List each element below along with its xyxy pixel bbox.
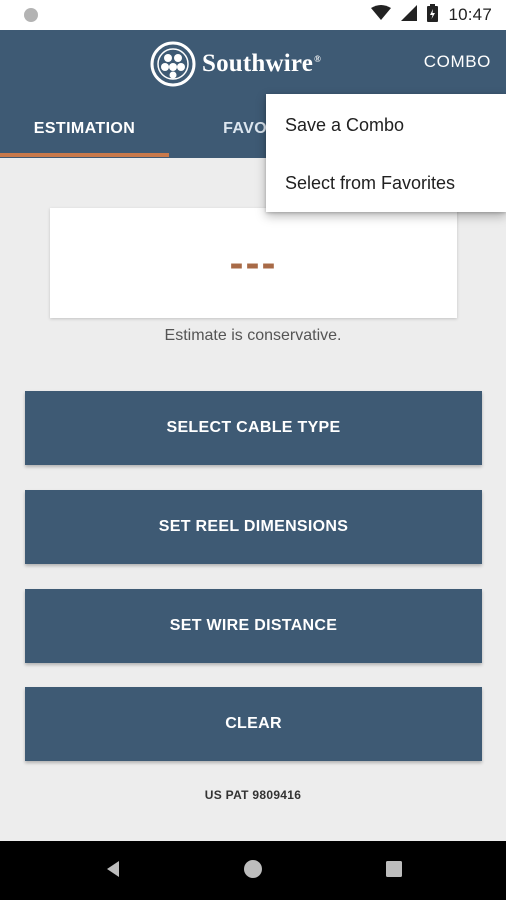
patent-text: US PAT 9809416	[204, 788, 302, 802]
nav-bar	[0, 841, 506, 900]
signal-icon	[401, 4, 418, 26]
combo-menu-button[interactable]: COMBO	[424, 52, 491, 72]
estimate-note: Estimate is conservative.	[164, 327, 342, 344]
tab-indicator	[0, 153, 169, 157]
clear-button[interactable]: CLEAR	[25, 687, 482, 761]
status-bar: 10:47	[0, 0, 506, 30]
logo-text: Southwire®	[202, 50, 322, 77]
overflow-menu: Save a Combo Select from Favorites	[266, 94, 506, 212]
app-bar: Southwire® COMBO	[0, 30, 506, 100]
set-reel-dimensions-button[interactable]: SET REEL DIMENSIONS	[25, 490, 482, 564]
recents-icon[interactable]	[384, 859, 404, 884]
southwire-logo-icon	[150, 41, 196, 87]
set-wire-distance-button[interactable]: SET WIRE DISTANCE	[25, 589, 482, 663]
status-time: 10:47	[448, 5, 492, 24]
menu-item-save-combo[interactable]: Save a Combo	[266, 96, 506, 154]
tab-estimation[interactable]: ESTIMATION	[0, 100, 169, 158]
home-icon[interactable]	[243, 859, 263, 884]
wifi-icon	[371, 4, 392, 26]
notification-dot-icon	[24, 8, 38, 22]
southwire-logo: Southwire®	[150, 40, 321, 88]
select-cable-type-button[interactable]: SELECT CABLE TYPE	[25, 391, 482, 465]
result-card: ---	[50, 208, 457, 318]
status-icons: 10:47	[371, 3, 492, 27]
menu-item-select-favorites[interactable]: Select from Favorites	[266, 154, 506, 212]
result-value: ---	[229, 239, 278, 286]
back-icon[interactable]	[103, 859, 123, 884]
battery-icon	[427, 3, 439, 27]
